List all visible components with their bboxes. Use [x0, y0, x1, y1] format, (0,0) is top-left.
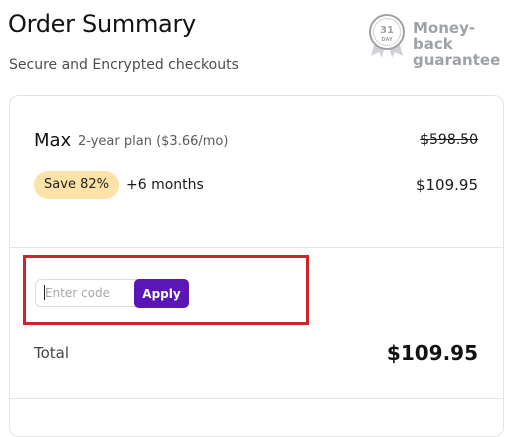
guarantee-line-1: Money-back: [413, 19, 476, 53]
text-cursor: [44, 285, 45, 300]
guarantee-line-2: guarantee: [413, 51, 501, 69]
badge-days: 31: [380, 25, 394, 36]
section-divider: [9, 247, 504, 248]
section-divider-bottom: [9, 398, 504, 399]
discount-badge: Save 82%: [34, 171, 119, 199]
plan-price: $109.95: [415, 176, 478, 194]
plan-name: Max: [34, 130, 72, 151]
total-amount: $109.95: [386, 341, 478, 365]
page-subtitle: Secure and Encrypted checkouts: [9, 57, 239, 73]
badge-seal-icon: 31 DAY: [369, 14, 405, 58]
badge-unit: DAY: [381, 37, 393, 43]
original-price: $598.50: [420, 132, 478, 148]
plan-description: 2-year plan ($3.66/mo): [78, 134, 229, 149]
guarantee-text: Money-back guarantee: [413, 20, 507, 68]
money-back-guarantee: 31 DAY Money-back guarantee: [367, 12, 507, 68]
page-title: Order Summary: [8, 10, 196, 38]
total-label: Total: [34, 344, 70, 362]
apply-coupon-button[interactable]: Apply: [134, 279, 189, 308]
bonus-months-label: +6 months: [126, 177, 204, 193]
coupon-code-input[interactable]: [35, 279, 145, 307]
